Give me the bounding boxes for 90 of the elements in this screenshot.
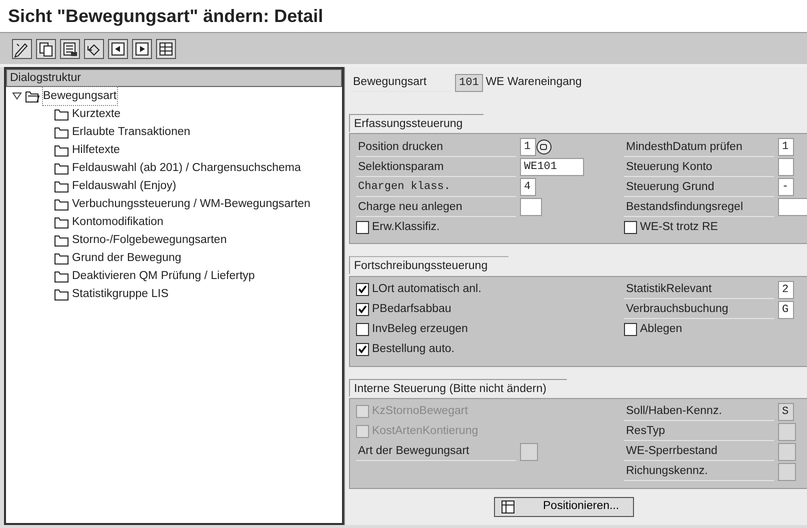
panel-header: Dialogstruktur bbox=[6, 69, 342, 87]
tree-item[interactable]: Storno-/Folgebewegungsarten bbox=[72, 231, 227, 249]
field-label: WE-Sperrbestand bbox=[624, 442, 774, 462]
pencil-button[interactable] bbox=[12, 39, 32, 59]
open-folder-icon bbox=[25, 89, 40, 103]
list-icon bbox=[61, 40, 79, 58]
input-field[interactable] bbox=[778, 158, 794, 176]
field-label: Position drucken bbox=[356, 138, 516, 157]
folder-icon bbox=[54, 143, 69, 157]
checkbox-label: LOrt automatisch anl. bbox=[372, 282, 482, 297]
table-icon bbox=[501, 500, 515, 514]
field-label: Chargen klass. bbox=[356, 178, 516, 197]
next-page-icon bbox=[133, 40, 151, 58]
field-label: Steuerung Konto bbox=[624, 158, 774, 177]
tree-item[interactable]: Kontomodifikation bbox=[72, 213, 164, 231]
checkbox[interactable] bbox=[356, 343, 369, 356]
next-page-button[interactable] bbox=[132, 39, 152, 59]
field-label: Bestandsfindungsregel bbox=[624, 198, 774, 217]
folder-icon bbox=[54, 197, 69, 211]
table-button[interactable] bbox=[156, 39, 176, 59]
input-field[interactable] bbox=[778, 198, 807, 216]
tree-item[interactable]: Erlaubte Transaktionen bbox=[72, 123, 190, 141]
tree-item[interactable]: Bewegungsart bbox=[43, 87, 117, 105]
tree-item[interactable]: Grund der Bewegung bbox=[72, 249, 182, 267]
input-field[interactable]: WE101 bbox=[520, 158, 584, 176]
group-title: Fortschreibungssteuerung bbox=[349, 256, 509, 274]
field-description: WE Wareneingang bbox=[486, 74, 582, 90]
checkbox[interactable] bbox=[356, 303, 369, 316]
field-label: Verbrauchsbuchung bbox=[624, 300, 774, 319]
previous-page-button[interactable] bbox=[108, 39, 128, 59]
field-label: ResTyp bbox=[624, 422, 774, 442]
copy-button[interactable] bbox=[36, 39, 56, 59]
input-field[interactable]: 2 bbox=[778, 280, 794, 298]
input-field[interactable]: 4 bbox=[520, 178, 536, 196]
field-label: Steuerung Grund bbox=[624, 178, 774, 197]
input-field[interactable] bbox=[520, 198, 542, 216]
field-label: Charge neu anlegen bbox=[356, 198, 516, 217]
checkbox-label: KzStornoBewegart bbox=[372, 404, 468, 420]
group-title: Erfassungssteuerung bbox=[349, 114, 484, 132]
tree-item[interactable]: Hilfetexte bbox=[72, 141, 120, 159]
positionieren-button[interactable]: Positionieren... bbox=[494, 496, 634, 517]
folder-icon bbox=[54, 107, 69, 121]
window-title: Sicht "Bewegungsart" ändern: Detail bbox=[8, 5, 324, 28]
folder-icon bbox=[54, 251, 69, 265]
undo-button[interactable] bbox=[84, 39, 104, 59]
checkbox-label: InvBeleg erzeugen bbox=[372, 322, 468, 337]
folder-icon bbox=[54, 287, 69, 301]
value-help-button[interactable] bbox=[536, 139, 552, 156]
checkbox[interactable] bbox=[624, 323, 637, 336]
checkbox[interactable] bbox=[356, 283, 369, 296]
checkbox[interactable] bbox=[624, 220, 637, 234]
checkbox-label: Erw.Klassifiz. bbox=[372, 220, 440, 235]
tree-item[interactable]: Statistikgruppe LIS bbox=[72, 285, 169, 303]
input-field[interactable]: G bbox=[778, 300, 794, 318]
checkbox-label: WE-St trotz RE bbox=[640, 220, 718, 235]
folder-icon bbox=[54, 179, 69, 193]
checkbox-label: Bestellung auto. bbox=[372, 342, 454, 357]
field-label: Selektionsparam bbox=[356, 158, 516, 177]
folder-icon bbox=[54, 161, 69, 175]
previous-page-icon bbox=[109, 40, 127, 58]
input-field[interactable]: - bbox=[778, 178, 794, 196]
field-label: Bewegungsart bbox=[351, 73, 451, 92]
checkbox-label: PBedarfsabbau bbox=[372, 302, 452, 317]
table-icon bbox=[157, 40, 175, 58]
tree-item[interactable]: Deaktivieren QM Prüfung / Liefertyp bbox=[72, 267, 255, 285]
field-label: Richungskennz. bbox=[624, 462, 774, 482]
input-field[interactable]: 1 bbox=[520, 138, 536, 156]
folder-icon bbox=[54, 269, 69, 283]
input-field: 101 bbox=[455, 74, 483, 92]
folder-icon bbox=[54, 125, 69, 139]
checkbox-label: KostArtenKontierung bbox=[372, 424, 478, 440]
field-label: Soll/Haben-Kennz. bbox=[624, 402, 774, 422]
checkbox[interactable] bbox=[356, 220, 369, 234]
tree-item[interactable]: Kurztexte bbox=[72, 105, 121, 123]
folder-icon bbox=[54, 233, 69, 247]
tree-item[interactable]: Feldauswahl (Enjoy) bbox=[72, 177, 176, 195]
copy-icon bbox=[37, 40, 55, 58]
list-button[interactable] bbox=[60, 39, 80, 59]
checkbox[interactable] bbox=[356, 323, 369, 336]
field-label: MindesthDatum prüfen bbox=[624, 138, 774, 157]
input-field: S bbox=[778, 402, 794, 421]
tree-item[interactable]: Feldauswahl (ab 201) / Chargensuchschema bbox=[72, 159, 301, 177]
field-label: StatistikRelevant bbox=[624, 280, 774, 299]
group-title: Interne Steuerung (Bitte nicht ändern) bbox=[349, 378, 568, 396]
value-help-icon bbox=[536, 139, 552, 156]
tree-item[interactable]: Verbuchungssteuerung / WM-Bewegungsarten bbox=[72, 195, 310, 213]
input-field[interactable]: 1 bbox=[778, 138, 794, 156]
folder-icon bbox=[54, 215, 69, 229]
checkbox-label: Ablegen bbox=[640, 322, 682, 337]
field-label: Art der Bewegungsart bbox=[356, 442, 516, 462]
